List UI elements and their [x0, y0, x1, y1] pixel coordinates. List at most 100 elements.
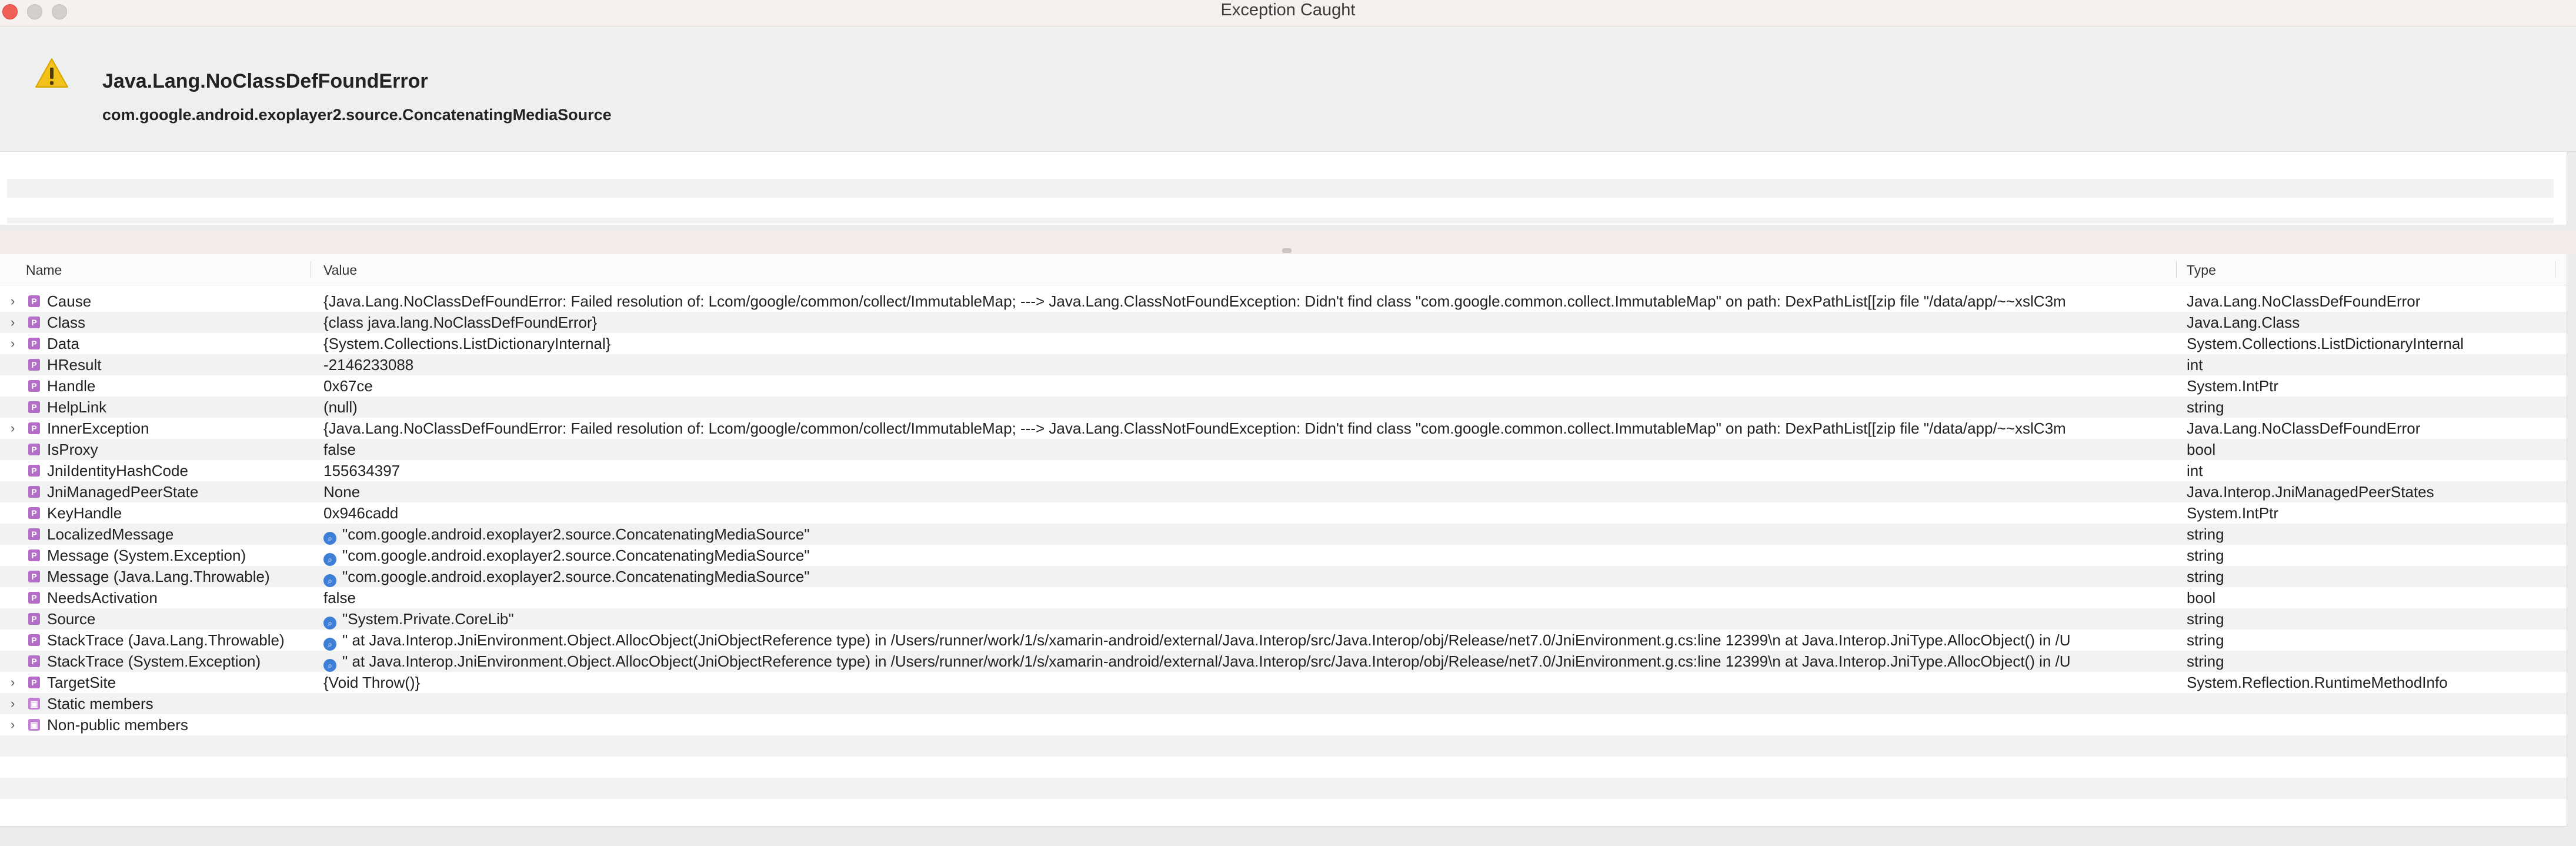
row-type: Java.Lang.NoClassDefFoundError	[2187, 419, 2421, 437]
pane-splitter[interactable]	[0, 231, 2576, 254]
column-header-type[interactable]: Type	[2187, 262, 2216, 278]
row-name: IsProxy	[47, 441, 98, 458]
row-name: JniIdentityHashCode	[47, 462, 188, 479]
column-header-bar: Name Value Type	[0, 254, 2567, 285]
tree-row[interactable]: › P Data {System.Collections.ListDictionary…	[0, 333, 2567, 354]
tree-row[interactable]: P NeedsActivation false bool	[0, 587, 2567, 608]
empty-row	[7, 218, 2554, 224]
tree-row[interactable]: P KeyHandle 0x946cadd System.IntPtr	[0, 502, 2567, 524]
tree-row[interactable]: › ▣ Non-public members	[0, 714, 2567, 735]
row-value[interactable]: 0x67ce	[323, 375, 2164, 397]
property-icon: P	[28, 422, 40, 434]
row-type: System.Reflection.RuntimeMethodInfo	[2187, 674, 2448, 691]
exception-details-pane[interactable]	[0, 152, 2567, 225]
tree-row[interactable]: P StackTrace (Java.Lang.Throwable) ⌕ " at J…	[0, 629, 2567, 651]
magnifier-icon[interactable]: ⌕	[323, 638, 336, 651]
exception-properties-tree[interactable]: Name Value Type › P Cause {Java.Lang.NoClas…	[0, 254, 2567, 827]
chevron-right-icon[interactable]: ›	[11, 693, 15, 714]
row-type: System.Collections.ListDictionaryInterna…	[2187, 335, 2464, 352]
row-type: Java.Interop.JniManagedPeerStates	[2187, 483, 2434, 501]
splitter-handle-icon[interactable]	[1282, 248, 1292, 253]
row-name: JniManagedPeerState	[47, 483, 199, 501]
magnifier-icon[interactable]: ⌕	[323, 532, 336, 545]
tree-row[interactable]: P HelpLink (null) string	[0, 397, 2567, 418]
row-value[interactable]: {Java.Lang.NoClassDefFoundError: Failed …	[323, 291, 2164, 312]
folder-icon: ▣	[28, 719, 40, 731]
property-icon: P	[28, 295, 40, 307]
property-icon: P	[28, 486, 40, 498]
row-value[interactable]: 155634397	[323, 460, 2164, 481]
row-value-text: {System.Collections.ListDictionaryIntern…	[323, 335, 611, 352]
row-name: Class	[47, 314, 86, 331]
row-value[interactable]: ⌕ "System.Private.CoreLib"	[323, 608, 2164, 629]
row-value[interactable]: {class java.lang.NoClassDefFoundError}	[323, 312, 2164, 333]
magnifier-icon[interactable]: ⌕	[323, 553, 336, 566]
row-value-text: None	[323, 483, 361, 501]
exception-title: Java.Lang.NoClassDefFoundError	[102, 70, 428, 92]
row-name: InnerException	[47, 419, 149, 437]
property-icon: P	[28, 317, 40, 328]
chevron-right-icon[interactable]: ›	[11, 312, 15, 333]
row-name: Static members	[47, 695, 154, 712]
tree-row[interactable]: › P InnerException {Java.Lang.NoClassDefFou…	[0, 418, 2567, 439]
row-value[interactable]: -2146233088	[323, 354, 2164, 375]
row-value-text: "com.google.android.exoplayer2.source.Co…	[342, 568, 810, 585]
row-value[interactable]: (null)	[323, 397, 2164, 418]
tree-row[interactable]: › P Class {class java.lang.NoClassDefFoundE…	[0, 312, 2567, 333]
column-header-name[interactable]: Name	[26, 262, 62, 278]
tree-row[interactable]: P IsProxy false bool	[0, 439, 2567, 460]
row-type: string	[2187, 610, 2224, 628]
tree-row[interactable]: P LocalizedMessage ⌕ "com.google.android.ex…	[0, 524, 2567, 545]
row-type: string	[2187, 631, 2224, 649]
column-divider[interactable]	[2176, 261, 2177, 278]
row-value[interactable]: ⌕ " at Java.Interop.JniEnvironment.Object…	[323, 651, 2164, 672]
chevron-right-icon[interactable]: ›	[11, 291, 15, 312]
magnifier-icon[interactable]: ⌕	[323, 659, 336, 672]
window-footer	[0, 827, 2576, 846]
row-type: Java.Lang.NoClassDefFoundError	[2187, 292, 2421, 310]
row-name: NeedsActivation	[47, 589, 158, 607]
row-value-text: {Void Throw()}	[323, 674, 421, 691]
row-value[interactable]: ⌕ "com.google.android.exoplayer2.source.C…	[323, 524, 2164, 545]
row-name: StackTrace (Java.Lang.Throwable)	[47, 631, 285, 649]
row-value-text: {class java.lang.NoClassDefFoundError}	[323, 314, 598, 331]
chevron-right-icon[interactable]: ›	[11, 333, 15, 354]
chevron-right-icon[interactable]: ›	[11, 418, 15, 439]
tree-row[interactable]: P StackTrace (System.Exception) ⌕ " at Java…	[0, 651, 2567, 672]
tree-row[interactable]: P JniIdentityHashCode 155634397 int	[0, 460, 2567, 481]
row-value[interactable]: {System.Collections.ListDictionaryIntern…	[323, 333, 2164, 354]
magnifier-icon[interactable]: ⌕	[323, 617, 336, 629]
magnifier-icon[interactable]: ⌕	[323, 574, 336, 587]
empty-row	[7, 179, 2554, 198]
chevron-right-icon[interactable]: ›	[11, 672, 15, 693]
property-icon: P	[28, 401, 40, 413]
row-value[interactable]: ⌕ " at Java.Interop.JniEnvironment.Object…	[323, 629, 2164, 651]
tree-row[interactable]: › P Cause {Java.Lang.NoClassDefFoundError: …	[0, 291, 2567, 312]
row-value[interactable]: ⌕ "com.google.android.exoplayer2.source.C…	[323, 566, 2164, 587]
tree-row[interactable]: P Message (System.Exception) ⌕ "com.google.…	[0, 545, 2567, 566]
tree-row[interactable]: P Message (Java.Lang.Throwable) ⌕ "com.goog…	[0, 566, 2567, 587]
chevron-right-icon[interactable]: ›	[11, 714, 15, 735]
row-value[interactable]: false	[323, 439, 2164, 460]
property-icon: P	[28, 507, 40, 519]
row-value-text: "com.google.android.exoplayer2.source.Co…	[342, 525, 810, 543]
tree-row[interactable]: P Handle 0x67ce System.IntPtr	[0, 375, 2567, 397]
row-name: StackTrace (System.Exception)	[47, 652, 261, 670]
tree-row[interactable]: P Source ⌕ "System.Private.CoreLib" string	[0, 608, 2567, 629]
tree-row[interactable]: P HResult -2146233088 int	[0, 354, 2567, 375]
row-name: LocalizedMessage	[47, 525, 174, 543]
column-header-value[interactable]: Value	[323, 262, 357, 278]
row-value[interactable]: ⌕ "com.google.android.exoplayer2.source.C…	[323, 545, 2164, 566]
row-value[interactable]: {Void Throw()}	[323, 672, 2164, 693]
tree-row[interactable]: P JniManagedPeerState None Java.Interop.Jni…	[0, 481, 2567, 502]
row-value[interactable]: 0x946cadd	[323, 502, 2164, 524]
row-value[interactable]: {Java.Lang.NoClassDefFoundError: Failed …	[323, 418, 2164, 439]
tree-row[interactable]: › ▣ Static members	[0, 693, 2567, 714]
row-value[interactable]: None	[323, 481, 2164, 502]
empty-row	[0, 778, 2567, 799]
property-icon: P	[28, 592, 40, 604]
row-value[interactable]: false	[323, 587, 2164, 608]
row-value-text: {Java.Lang.NoClassDefFoundError: Failed …	[323, 419, 2066, 437]
tree-row[interactable]: › P TargetSite {Void Throw()} System.Reflect…	[0, 672, 2567, 693]
folder-icon: ▣	[28, 698, 40, 710]
